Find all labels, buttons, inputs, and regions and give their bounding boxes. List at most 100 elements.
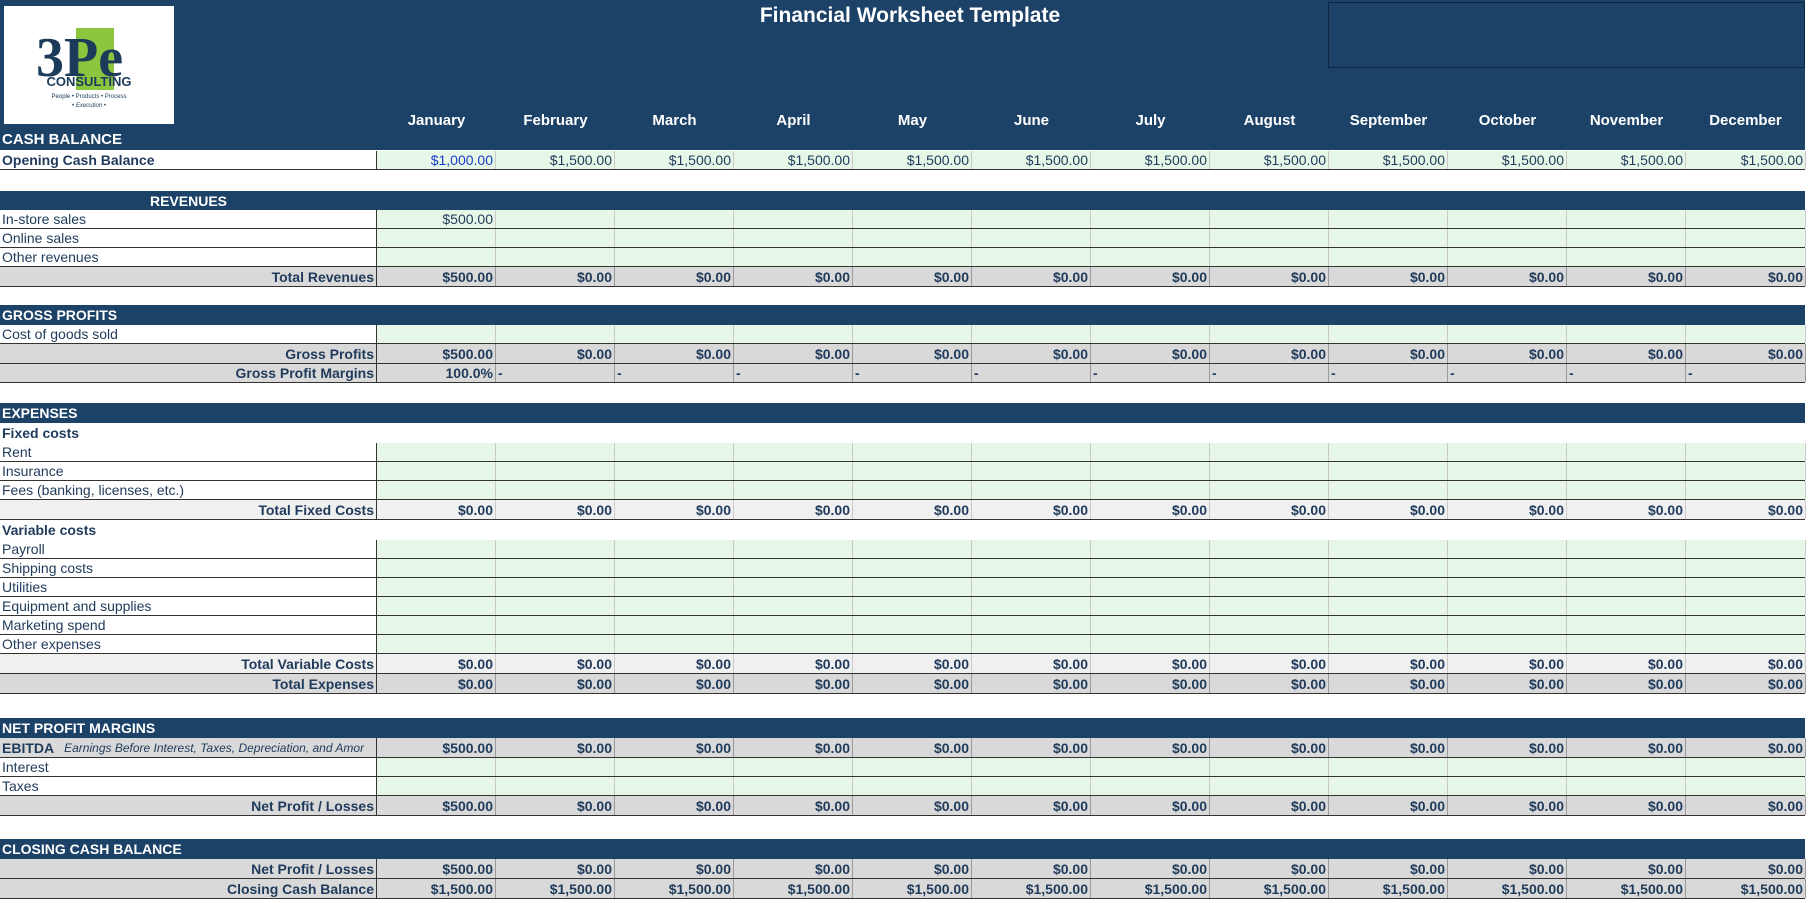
- month-value-cell[interactable]: $1,500.00: [1448, 879, 1567, 898]
- row-label-cell[interactable]: Cost of goods sold: [0, 325, 377, 343]
- month-value-cell[interactable]: [1567, 777, 1686, 795]
- month-value-cell[interactable]: [853, 443, 972, 461]
- month-value-cell[interactable]: $0.00: [972, 267, 1091, 286]
- month-value-cell[interactable]: [734, 758, 853, 776]
- month-value-cell[interactable]: [972, 616, 1091, 634]
- month-value-cell[interactable]: $0.00: [1091, 344, 1210, 363]
- month-value-cell[interactable]: [1686, 758, 1806, 776]
- month-value-cell[interactable]: [1448, 777, 1567, 795]
- month-value-cell[interactable]: $0.00: [1091, 796, 1210, 815]
- month-value-cell[interactable]: [1329, 248, 1448, 266]
- month-value-cell[interactable]: [972, 229, 1091, 247]
- month-value-cell[interactable]: [972, 443, 1091, 461]
- month-value-cell[interactable]: [615, 462, 734, 480]
- month-value-cell[interactable]: [1210, 229, 1329, 247]
- month-value-cell[interactable]: -: [1329, 364, 1448, 382]
- month-value-cell[interactable]: [1210, 758, 1329, 776]
- month-value-cell[interactable]: $0.00: [1686, 267, 1806, 286]
- month-value-cell[interactable]: [496, 777, 615, 795]
- row-label-cell[interactable]: Variable costs: [0, 520, 377, 540]
- month-value-cell[interactable]: [1091, 616, 1210, 634]
- month-value-cell[interactable]: $0.00: [1686, 796, 1806, 815]
- month-value-cell[interactable]: [853, 540, 972, 558]
- month-value-cell[interactable]: $0.00: [1567, 738, 1686, 757]
- month-value-cell[interactable]: [1686, 559, 1806, 577]
- month-value-cell[interactable]: $0.00: [734, 859, 853, 878]
- month-value-cell[interactable]: [853, 229, 972, 247]
- month-value-cell[interactable]: $0.00: [972, 674, 1091, 693]
- month-value-cell[interactable]: [1567, 248, 1686, 266]
- month-value-cell[interactable]: $0.00: [615, 674, 734, 693]
- month-value-cell[interactable]: $0.00: [1091, 654, 1210, 673]
- month-value-cell[interactable]: [1448, 597, 1567, 615]
- month-value-cell[interactable]: $0.00: [377, 654, 496, 673]
- month-value-cell[interactable]: $1,500.00: [972, 151, 1091, 169]
- month-value-cell[interactable]: [734, 597, 853, 615]
- month-value-cell[interactable]: [377, 597, 496, 615]
- month-value-cell[interactable]: [496, 578, 615, 596]
- month-value-cell[interactable]: [734, 481, 853, 499]
- row-label-cell[interactable]: [0, 694, 377, 718]
- month-value-cell[interactable]: $0.00: [615, 796, 734, 815]
- month-value-cell[interactable]: $0.00: [615, 267, 734, 286]
- row-label-cell[interactable]: Insurance: [0, 462, 377, 480]
- month-value-cell[interactable]: $0.00: [734, 654, 853, 673]
- month-value-cell[interactable]: [972, 540, 1091, 558]
- month-value-cell[interactable]: [496, 616, 615, 634]
- row-label-cell[interactable]: [0, 287, 377, 305]
- row-label-cell[interactable]: Closing Cash Balance: [0, 879, 377, 898]
- month-value-cell[interactable]: [972, 559, 1091, 577]
- month-value-cell[interactable]: $0.00: [1567, 500, 1686, 519]
- month-value-cell[interactable]: [496, 462, 615, 480]
- month-value-cell[interactable]: [853, 578, 972, 596]
- row-label-cell[interactable]: Total Variable Costs: [0, 654, 377, 673]
- month-value-cell[interactable]: $0.00: [853, 500, 972, 519]
- month-value-cell[interactable]: [496, 559, 615, 577]
- month-value-cell[interactable]: [1567, 229, 1686, 247]
- month-value-cell[interactable]: $0.00: [496, 344, 615, 363]
- month-value-cell[interactable]: [734, 540, 853, 558]
- month-value-cell[interactable]: $0.00: [853, 859, 972, 878]
- month-value-cell[interactable]: $0.00: [1329, 500, 1448, 519]
- month-value-cell[interactable]: $0.00: [1091, 267, 1210, 286]
- row-label-cell[interactable]: GROSS PROFITS: [0, 305, 377, 325]
- month-value-cell[interactable]: $0.00: [972, 500, 1091, 519]
- month-value-cell[interactable]: [1210, 616, 1329, 634]
- month-value-cell[interactable]: [1686, 229, 1806, 247]
- month-value-cell[interactable]: $0.00: [853, 654, 972, 673]
- month-value-cell[interactable]: [853, 777, 972, 795]
- month-value-cell[interactable]: [734, 248, 853, 266]
- row-label-cell[interactable]: NET PROFIT MARGINS: [0, 718, 377, 738]
- row-label-cell[interactable]: Fixed costs: [0, 423, 377, 443]
- month-value-cell[interactable]: $0.00: [1329, 738, 1448, 757]
- month-value-cell[interactable]: [1567, 462, 1686, 480]
- row-label-cell[interactable]: EBITDA Earnings Before Interest, Taxes, D…: [0, 738, 377, 757]
- month-value-cell[interactable]: [1567, 635, 1686, 653]
- month-value-cell[interactable]: [615, 443, 734, 461]
- month-value-cell[interactable]: [1091, 481, 1210, 499]
- row-label-cell[interactable]: [0, 383, 377, 403]
- month-value-cell[interactable]: [1567, 540, 1686, 558]
- month-value-cell[interactable]: [615, 540, 734, 558]
- month-value-cell[interactable]: [1448, 758, 1567, 776]
- month-value-cell[interactable]: [1210, 248, 1329, 266]
- month-value-cell[interactable]: [377, 325, 496, 343]
- row-label-cell[interactable]: Utilities: [0, 578, 377, 596]
- month-value-cell[interactable]: [1091, 635, 1210, 653]
- month-value-cell[interactable]: [1091, 229, 1210, 247]
- month-value-cell[interactable]: [1567, 481, 1686, 499]
- month-value-cell[interactable]: $1,500.00: [615, 151, 734, 169]
- month-value-cell[interactable]: $0.00: [615, 344, 734, 363]
- month-value-cell[interactable]: $1,500.00: [1091, 879, 1210, 898]
- month-value-cell[interactable]: [1091, 578, 1210, 596]
- row-label-cell[interactable]: Online sales: [0, 229, 377, 247]
- month-value-cell[interactable]: [615, 758, 734, 776]
- month-value-cell[interactable]: $0.00: [1567, 859, 1686, 878]
- month-value-cell[interactable]: $0.00: [734, 674, 853, 693]
- month-value-cell[interactable]: [615, 325, 734, 343]
- month-value-cell[interactable]: [496, 229, 615, 247]
- month-value-cell[interactable]: [1210, 481, 1329, 499]
- month-value-cell[interactable]: [1210, 210, 1329, 228]
- month-value-cell[interactable]: [1448, 443, 1567, 461]
- month-value-cell[interactable]: $0.00: [853, 674, 972, 693]
